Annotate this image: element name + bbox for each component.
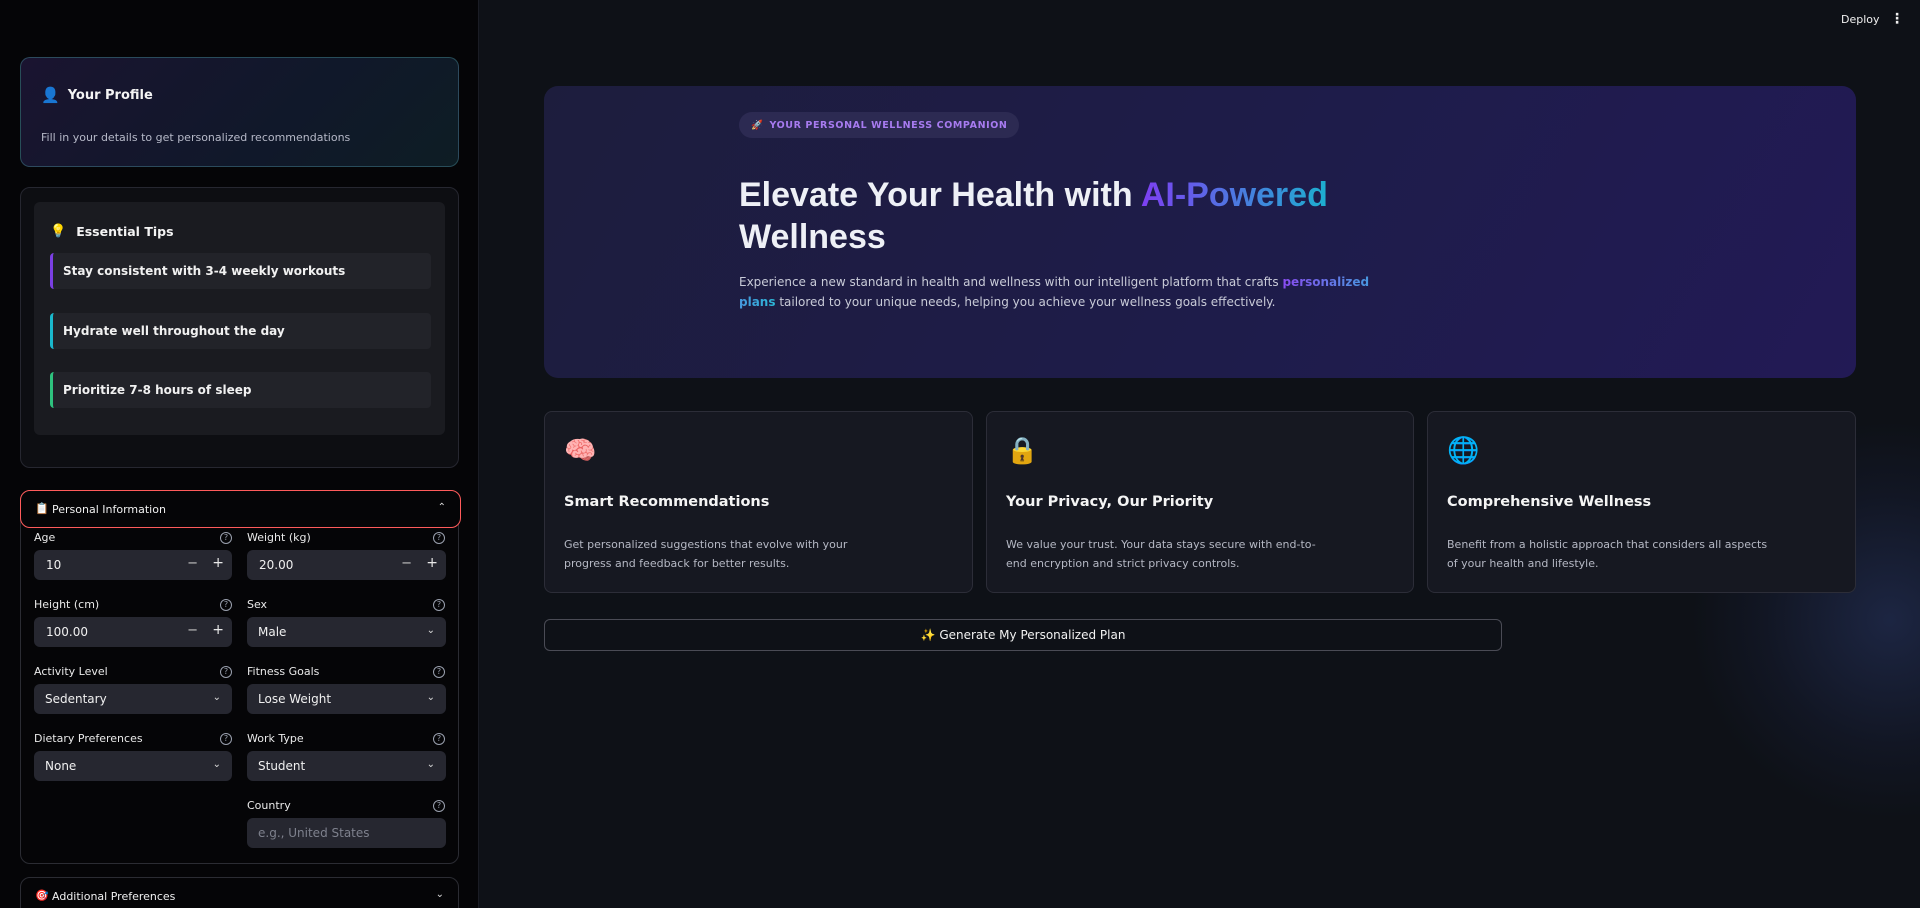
chevron-down-icon: ⌄ [212,759,221,770]
feature-title: Smart Recommendations [564,494,770,510]
sex-label: Sex [247,598,268,611]
work-value: Student [258,759,306,773]
work-select[interactable]: Student ⌄ [247,751,446,781]
sidebar: 👤 Your Profile Fill in your details to g… [0,0,479,908]
hero-description: Experience a new standard in health and … [739,272,1399,312]
target-icon: 🎯 [35,889,49,902]
diet-label: Dietary Preferences [34,732,143,745]
hero-desc-post: tailored to your unique needs, helping y… [775,295,1276,309]
help-icon[interactable]: ? [433,599,445,611]
work-label: Work Type [247,732,304,745]
feature-title: Comprehensive Wellness [1447,494,1652,510]
weight-value: 20.00 [259,558,294,572]
age-label: Age [34,531,56,544]
tip-item: Prioritize 7-8 hours of sleep [50,372,431,408]
globe-icon: 🌐 [1447,436,1480,466]
feature-card-wellness: 🌐 Comprehensive Wellness Benefit from a … [1427,411,1856,593]
chevron-down-icon: ⌄ [435,889,444,900]
chevron-down-icon: ⌄ [426,692,435,703]
activity-value: Sedentary [45,692,107,706]
tips-title: Essential Tips [76,224,174,239]
country-placeholder: e.g., United States [258,826,370,840]
tips-panel: 💡 Essential Tips Stay consistent with 3-… [34,202,445,435]
weight-input[interactable]: 20.00 − + [247,550,446,580]
help-icon[interactable]: ? [433,666,445,678]
help-icon[interactable]: ? [433,532,445,544]
increment-button[interactable]: + [426,555,438,571]
sex-select[interactable]: Male ⌄ [247,617,446,647]
chevron-up-icon: ⌃ [437,502,446,513]
decrement-button[interactable]: − [187,556,198,571]
goals-value: Lose Weight [258,692,332,706]
decrement-button[interactable]: − [187,623,198,638]
tips-card: 💡 Essential Tips Stay consistent with 3-… [20,187,459,468]
additional-preferences-expander[interactable]: 🎯 Additional Preferences ⌄ [20,877,459,908]
feature-description: Get personalized suggestions that evolve… [564,538,848,570]
deploy-button[interactable]: Deploy [1841,13,1880,26]
profile-subtitle: Fill in your details to get personalized… [41,131,351,144]
brain-icon: 🧠 [564,436,597,466]
help-icon[interactable]: ? [433,733,445,745]
hero-badge-text: YOUR PERSONAL WELLNESS COMPANION [769,119,1008,131]
profile-card: 👤 Your Profile Fill in your details to g… [20,57,459,167]
hero-desc-pre: Experience a new standard in health and … [739,275,1283,289]
goals-select[interactable]: Lose Weight ⌄ [247,684,446,714]
feature-card-privacy: 🔒 Your Privacy, Our Priority We value yo… [986,411,1414,593]
diet-value: None [45,759,77,773]
tip-item: Hydrate well throughout the day [50,313,431,349]
chevron-down-icon: ⌄ [212,692,221,703]
hero-badge: 🚀 YOUR PERSONAL WELLNESS COMPANION [739,112,1020,138]
hero-title-pre: Elevate Your Health with [739,176,1141,214]
goals-label: Fitness Goals [247,665,320,678]
increment-button[interactable]: + [212,555,224,571]
activity-label: Activity Level [34,665,108,678]
generate-plan-button[interactable]: ✨ Generate My Personalized Plan [544,619,1502,651]
diet-select[interactable]: None ⌄ [34,751,232,781]
country-label: Country [247,799,291,812]
age-input[interactable]: 10 − + [34,550,232,580]
user-icon: 👤 [41,86,60,104]
personal-info-header[interactable]: 📋 Personal Information ⌃ [20,490,461,528]
more-menu-icon[interactable]: ⋮ [1890,11,1904,27]
height-input[interactable]: 100.00 − + [34,617,232,647]
app-root: 👤 Your Profile Fill in your details to g… [0,0,1920,908]
rocket-icon: 🚀 [751,119,764,131]
help-icon[interactable]: ? [433,800,445,812]
help-icon[interactable]: ? [220,532,232,544]
help-icon[interactable]: ? [220,733,232,745]
increment-button[interactable]: + [212,622,224,638]
lightbulb-icon: 💡 [50,224,67,239]
personal-info-title: Personal Information [52,503,166,516]
feature-card-smart: 🧠 Smart Recommendations Get personalized… [544,411,973,593]
height-value: 100.00 [46,625,88,639]
tip-item: Stay consistent with 3-4 weekly workouts [50,253,431,289]
activity-select[interactable]: Sedentary ⌄ [34,684,232,714]
hero-title-highlight: AI-Powered [1140,176,1328,214]
help-icon[interactable]: ? [220,599,232,611]
height-label: Height (cm) [34,598,100,611]
hero-title-post: Wellness [739,218,886,256]
additional-preferences-title: Additional Preferences [52,890,176,903]
weight-label: Weight (kg) [247,531,311,544]
personal-info-expander: 📋 Personal Information ⌃ Age ? 10 − + We… [20,490,461,864]
help-icon[interactable]: ? [220,666,232,678]
hero-title: Elevate Your Health with AI-Powered Well… [739,174,1459,258]
feature-description: We value your trust. Your data stays sec… [1006,538,1316,570]
profile-header: 👤 Your Profile [41,86,153,104]
country-input[interactable]: e.g., United States [247,818,446,848]
decrement-button[interactable]: − [401,556,412,571]
feature-title: Your Privacy, Our Priority [1006,494,1214,510]
clipboard-icon: 📋 [35,502,49,515]
age-value: 10 [46,558,62,572]
hero-banner: 🚀 YOUR PERSONAL WELLNESS COMPANION Eleva… [544,86,1856,378]
chevron-down-icon: ⌄ [426,759,435,770]
tips-header: 💡 Essential Tips [50,224,174,239]
feature-description: Benefit from a holistic approach that co… [1447,538,1768,570]
lock-icon: 🔒 [1006,436,1039,466]
sex-value: Male [258,625,287,639]
profile-title: Your Profile [67,87,153,103]
chevron-down-icon: ⌄ [426,625,435,636]
